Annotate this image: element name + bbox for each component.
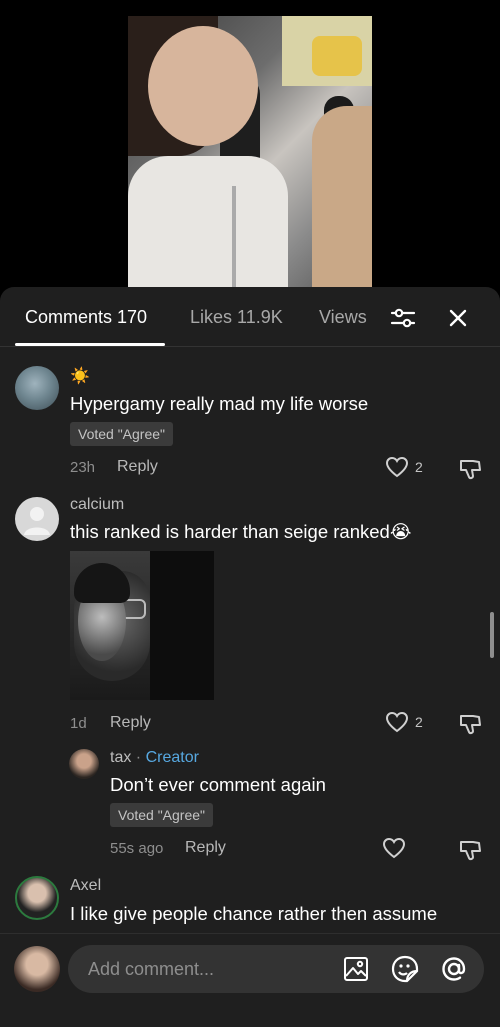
avatar[interactable] [15, 497, 59, 541]
reply-button[interactable]: Reply [185, 839, 226, 857]
dislike-icon[interactable] [458, 713, 482, 740]
video-frame[interactable] [128, 16, 372, 300]
comment-text: this ranked is harder than seige ranked😭 [70, 521, 412, 542]
like-count: 2 [415, 714, 423, 730]
reply-button[interactable]: Reply [110, 714, 151, 732]
comments-sheet: Comments 170 Likes 11.9K Views ☀️ Hyperg… [0, 287, 500, 1027]
active-tab-indicator [15, 343, 165, 346]
comment-time: 23h [70, 459, 96, 476]
avatar[interactable] [15, 876, 59, 920]
comment-list[interactable]: ☀️ Hypergamy really mad my life worse Vo… [0, 348, 500, 933]
reply-button[interactable]: Reply [117, 458, 158, 476]
like-button[interactable]: 2 [385, 711, 423, 733]
comment-text: Don’t ever comment again [110, 774, 326, 795]
comment-text: I like give people chance rather then as… [70, 903, 438, 924]
vote-badge: Voted "Agree" [110, 803, 214, 827]
dislike-icon[interactable] [458, 458, 482, 485]
heart-icon [385, 711, 409, 733]
filter-sliders-icon[interactable] [389, 304, 417, 332]
image-icon[interactable] [342, 955, 370, 983]
like-button[interactable] [382, 837, 406, 859]
comment-composer [0, 933, 500, 1027]
dislike-icon[interactable] [458, 839, 482, 866]
tab-comments[interactable]: Comments 170 [25, 307, 147, 328]
heart-icon [382, 837, 406, 859]
comment-text: Hypergamy really mad my life worse [70, 393, 369, 414]
video-area [0, 0, 500, 300]
like-count: 2 [415, 459, 423, 475]
comment-input[interactable] [88, 945, 318, 993]
scrollbar[interactable] [490, 612, 494, 658]
comment-time: 1d [70, 715, 87, 732]
emoji-icon[interactable] [391, 955, 419, 983]
comment-image[interactable] [70, 551, 214, 700]
like-button[interactable]: 2 [385, 456, 423, 478]
comment-time: 55s ago [110, 840, 164, 857]
tab-views[interactable]: Views [319, 307, 367, 328]
mention-icon[interactable] [440, 955, 468, 983]
heart-icon [385, 456, 409, 478]
comment-input-pill[interactable] [68, 945, 484, 993]
tab-likes[interactable]: Likes 11.9K [190, 307, 283, 328]
comment-username[interactable]: tax · Creator [110, 749, 199, 767]
avatar[interactable] [69, 749, 99, 779]
tab-bar: Comments 170 Likes 11.9K Views [0, 287, 500, 347]
comment-username[interactable]: ☀️ [70, 366, 90, 386]
comment-username[interactable]: calcium [70, 496, 124, 514]
vote-badge: Voted "Agree" [70, 422, 174, 446]
avatar[interactable] [14, 946, 60, 992]
avatar[interactable] [15, 366, 59, 410]
comment-username[interactable]: Axel [70, 877, 101, 895]
creator-badge: Creator [145, 749, 199, 766]
close-icon[interactable] [444, 304, 472, 332]
